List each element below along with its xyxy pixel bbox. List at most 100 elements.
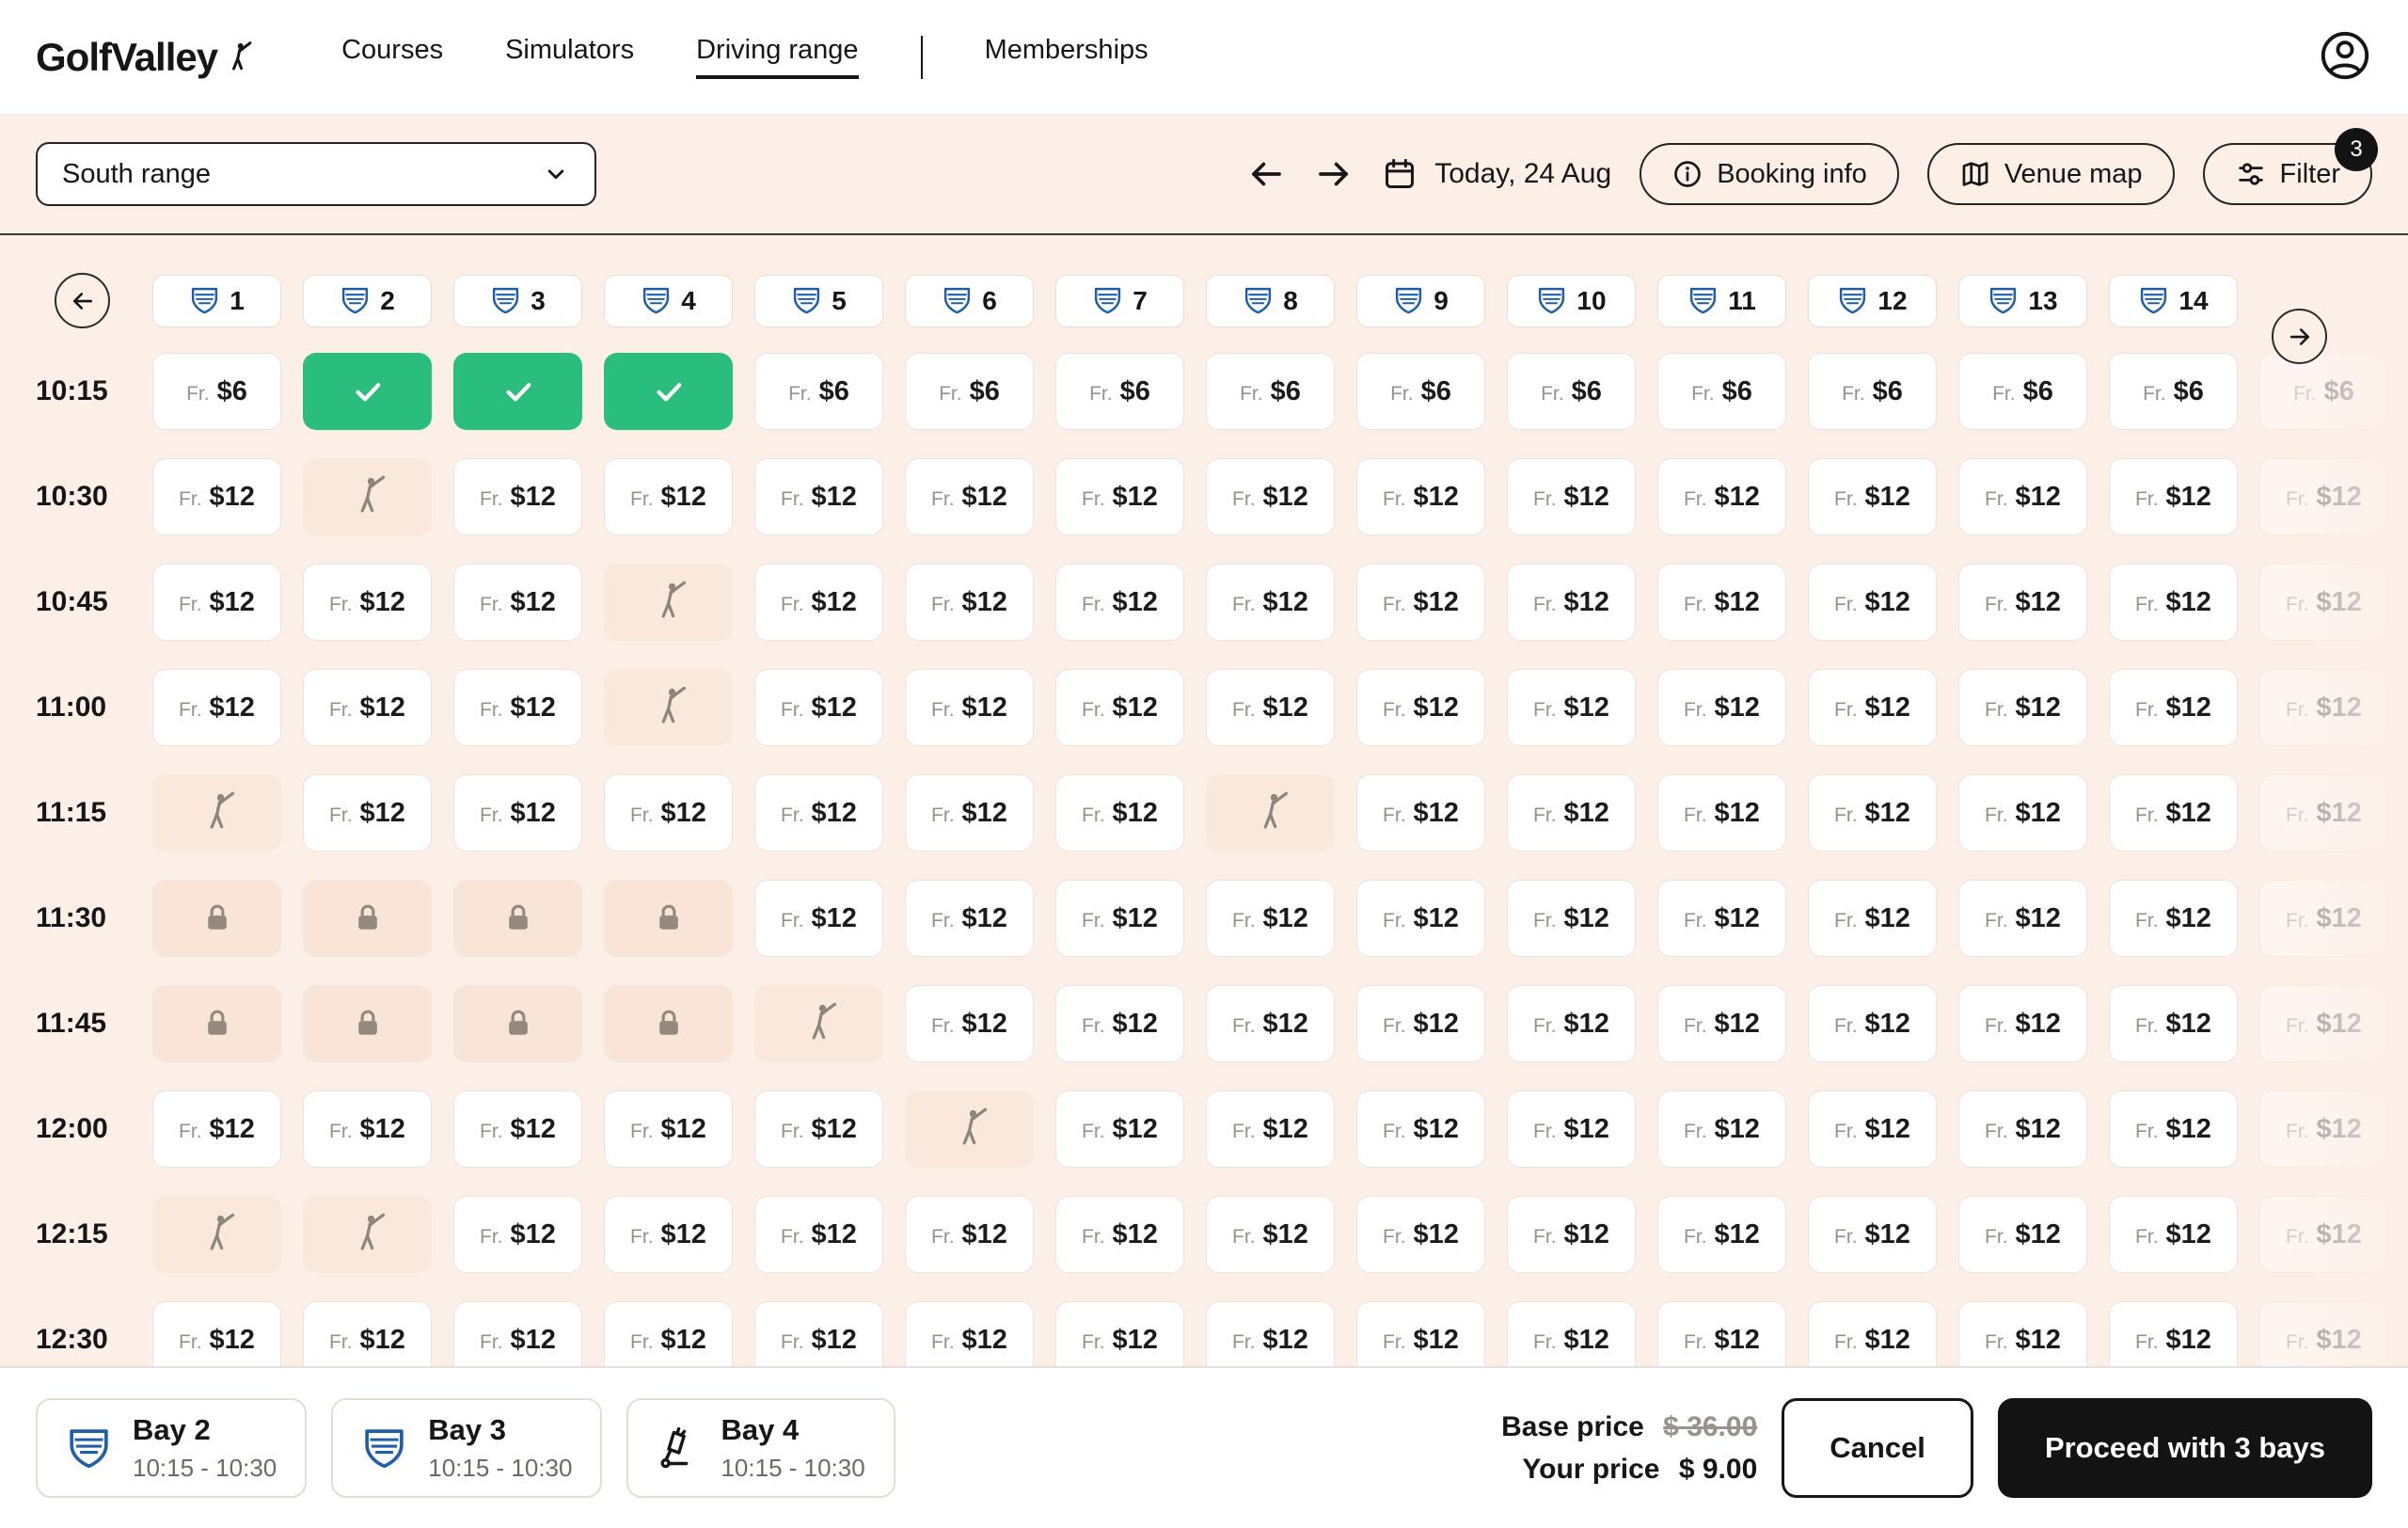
slot-cell-price[interactable]: Fr.$12 xyxy=(1808,564,1937,641)
slot-cell-price[interactable]: Fr.$12 xyxy=(1507,1301,1636,1366)
slot-cell-price[interactable]: Fr.$12 xyxy=(2109,985,2238,1062)
slot-cell-price[interactable]: Fr.$12 xyxy=(453,1301,582,1366)
slot-cell-price[interactable]: Fr.$12 xyxy=(604,1090,733,1168)
nav-driving-range[interactable]: Driving range xyxy=(696,35,858,79)
slot-cell-price[interactable]: Fr.$12 xyxy=(453,458,582,535)
slot-cell-price[interactable]: Fr.$12 xyxy=(1657,1196,1786,1273)
slot-cell-price[interactable]: Fr.$12 xyxy=(1356,564,1485,641)
slot-cell-price[interactable]: Fr.$12 xyxy=(754,1090,883,1168)
slot-cell-price[interactable]: Fr.$12 xyxy=(1356,880,1485,957)
slot-cell-price[interactable]: Fr.$12 xyxy=(303,564,432,641)
slot-cell-price[interactable]: Fr.$6 xyxy=(1356,353,1485,430)
slot-cell-selected[interactable] xyxy=(303,353,432,430)
slot-cell-price[interactable]: Fr.$12 xyxy=(1958,1196,2087,1273)
slot-cell-price[interactable]: Fr.$12 xyxy=(1657,880,1786,957)
slot-cell-price[interactable]: Fr.$12 xyxy=(1206,669,1335,746)
slot-cell-price[interactable]: Fr.$12 xyxy=(1206,880,1335,957)
slot-cell-price[interactable]: Fr.$12 xyxy=(905,985,1034,1062)
slot-cell-price[interactable]: Fr.$12 xyxy=(1206,458,1335,535)
slot-cell-selected[interactable] xyxy=(604,353,733,430)
slot-cell-price[interactable]: Fr.$12 xyxy=(1808,1090,1937,1168)
slot-cell-price[interactable]: Fr.$12 xyxy=(604,1196,733,1273)
range-select[interactable]: South range xyxy=(36,142,596,206)
cancel-button[interactable]: Cancel xyxy=(1782,1398,1973,1498)
next-day-button[interactable] xyxy=(1314,154,1354,194)
slot-cell-price[interactable]: Fr.$6 xyxy=(1507,353,1636,430)
slot-cell-price[interactable]: Fr.$12 xyxy=(1958,458,2087,535)
slot-cell-price[interactable]: Fr.$12 xyxy=(1808,774,1937,852)
slot-cell-price[interactable]: Fr.$12 xyxy=(1958,669,2087,746)
slot-cell-price[interactable]: Fr.$12 xyxy=(1356,669,1485,746)
slot-cell-price[interactable]: Fr.$12 xyxy=(1055,985,1184,1062)
slot-cell-price[interactable]: Fr.$12 xyxy=(2109,669,2238,746)
slot-cell-price[interactable]: Fr.$12 xyxy=(1958,1301,2087,1366)
slot-cell-price[interactable]: Fr.$6 xyxy=(754,353,883,430)
slot-cell-price[interactable]: Fr.$12 xyxy=(1356,1090,1485,1168)
slot-cell-price[interactable]: Fr.$12 xyxy=(604,1301,733,1366)
slot-cell-price[interactable]: Fr.$12 xyxy=(152,458,281,535)
slot-cell-price[interactable]: Fr.$12 xyxy=(905,880,1034,957)
slot-cell-price[interactable]: Fr.$12 xyxy=(1356,985,1485,1062)
slot-cell-price[interactable]: Fr.$12 xyxy=(2109,1196,2238,1273)
slot-cell-price[interactable]: Fr.$12 xyxy=(1055,1301,1184,1366)
slot-cell-price[interactable]: Fr.$12 xyxy=(1657,1301,1786,1366)
slot-cell-price[interactable]: Fr.$12 xyxy=(905,774,1034,852)
slot-cell-price[interactable]: Fr.$6 xyxy=(1657,353,1786,430)
slot-cell-price[interactable]: Fr.$12 xyxy=(152,1301,281,1366)
slot-cell-price[interactable]: Fr.$12 xyxy=(754,774,883,852)
slot-cell-price[interactable]: Fr.$12 xyxy=(453,1090,582,1168)
slot-cell-price[interactable]: Fr.$12 xyxy=(152,669,281,746)
slot-cell-price[interactable]: Fr.$12 xyxy=(1055,458,1184,535)
slot-cell-price[interactable]: Fr.$12 xyxy=(1657,985,1786,1062)
slot-cell-price[interactable]: Fr.$12 xyxy=(1507,1090,1636,1168)
slot-cell-price[interactable]: Fr.$12 xyxy=(1657,1090,1786,1168)
slot-cell-price[interactable]: Fr.$12 xyxy=(905,564,1034,641)
slot-cell-price[interactable]: Fr.$12 xyxy=(1206,1301,1335,1366)
slot-cell-price[interactable]: Fr.$12 xyxy=(754,669,883,746)
prev-day-button[interactable] xyxy=(1246,154,1286,194)
slot-cell-price[interactable]: Fr.$12 xyxy=(1356,774,1485,852)
slot-cell-price[interactable]: Fr.$6 xyxy=(1206,353,1335,430)
slot-cell-price[interactable]: Fr.$12 xyxy=(604,774,733,852)
slot-cell-price[interactable]: Fr.$12 xyxy=(1206,985,1335,1062)
slot-cell-price[interactable]: Fr.$6 xyxy=(905,353,1034,430)
slot-cell-price[interactable]: Fr.$12 xyxy=(303,774,432,852)
slot-cell-price[interactable]: Fr.$12 xyxy=(453,669,582,746)
slot-cell-price[interactable]: Fr.$12 xyxy=(1958,985,2087,1062)
scroll-bays-right-button[interactable] xyxy=(2272,309,2327,364)
slot-cell-price[interactable]: Fr.$12 xyxy=(2109,458,2238,535)
slot-cell-price[interactable]: Fr.$12 xyxy=(152,1090,281,1168)
slot-cell-price[interactable]: Fr.$12 xyxy=(1958,564,2087,641)
slot-cell-price[interactable]: Fr.$6 xyxy=(1958,353,2087,430)
slot-cell-price[interactable]: Fr.$12 xyxy=(905,458,1034,535)
slot-cell-price[interactable]: Fr.$12 xyxy=(1958,1090,2087,1168)
slot-cell-price[interactable]: Fr.$12 xyxy=(2109,1301,2238,1366)
slot-cell-price[interactable]: Fr.$12 xyxy=(1206,1090,1335,1168)
slot-cell-price[interactable]: Fr.$12 xyxy=(754,1196,883,1273)
slot-cell-price[interactable]: Fr.$12 xyxy=(754,880,883,957)
slot-cell-price[interactable]: Fr.$12 xyxy=(453,1196,582,1273)
slot-cell-price[interactable]: Fr.$12 xyxy=(754,1301,883,1366)
slot-cell-price[interactable]: Fr.$12 xyxy=(1055,774,1184,852)
slot-cell-price[interactable]: Fr.$12 xyxy=(1055,880,1184,957)
slot-cell-price[interactable]: Fr.$12 xyxy=(1507,880,1636,957)
slot-cell-price[interactable]: Fr.$12 xyxy=(2109,564,2238,641)
slot-cell-price[interactable]: Fr.$12 xyxy=(1055,564,1184,641)
slot-cell-price[interactable]: Fr.$12 xyxy=(1808,458,1937,535)
slot-cell-price[interactable]: Fr.$12 xyxy=(303,1301,432,1366)
slot-cell-price[interactable]: Fr.$12 xyxy=(1657,669,1786,746)
slot-cell-price[interactable]: Fr.$12 xyxy=(1657,458,1786,535)
slot-cell-price[interactable]: Fr.$12 xyxy=(1507,669,1636,746)
slot-cell-price[interactable]: Fr.$6 xyxy=(1808,353,1937,430)
slot-cell-price[interactable]: Fr.$12 xyxy=(1507,985,1636,1062)
slot-cell-selected[interactable] xyxy=(453,353,582,430)
slot-cell-price[interactable]: Fr.$12 xyxy=(152,564,281,641)
slot-cell-price[interactable]: Fr.$12 xyxy=(1657,564,1786,641)
nav-courses[interactable]: Courses xyxy=(341,35,443,79)
slot-cell-price[interactable]: Fr.$12 xyxy=(1808,669,1937,746)
slot-cell-price[interactable]: Fr.$12 xyxy=(1808,880,1937,957)
slot-cell-price[interactable]: Fr.$12 xyxy=(1356,458,1485,535)
slot-cell-price[interactable]: Fr.$12 xyxy=(1657,774,1786,852)
date-picker[interactable]: Today, 24 Aug xyxy=(1382,156,1611,192)
slot-cell-price[interactable]: Fr.$12 xyxy=(1808,1301,1937,1366)
